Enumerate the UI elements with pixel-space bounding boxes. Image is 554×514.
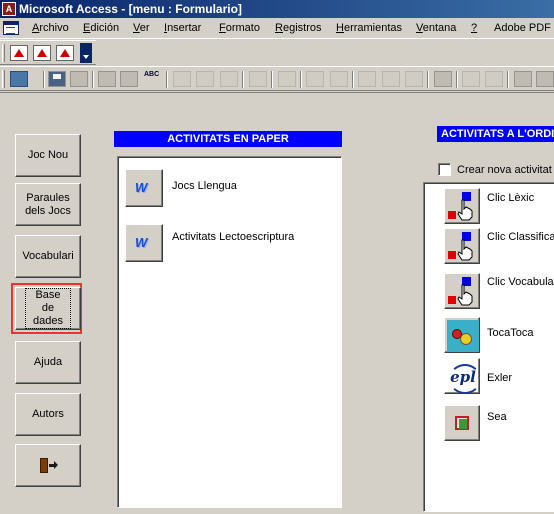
clic-lexic-label[interactable]: Clic Lèxic [487, 192, 534, 204]
crear-nova-activitat-checkbox[interactable] [438, 163, 451, 176]
ajuda-button[interactable]: Ajuda [15, 341, 81, 384]
toolbar-separator [427, 71, 429, 88]
menu-insertar[interactable]: Insertar [164, 22, 201, 34]
save-icon[interactable] [48, 71, 66, 87]
menu-help[interactable]: ? [471, 22, 477, 34]
clic-classifica-label[interactable]: Clic Classifica [487, 231, 554, 243]
copy-icon[interactable] [196, 71, 214, 87]
vocabulari-button[interactable]: Vocabulari [15, 235, 81, 278]
tocatoca-label[interactable]: TocaToca [487, 327, 533, 339]
clic-vocabulari-button[interactable] [444, 273, 480, 309]
paraules-dels-jocs-label: Paraules dels Jocs [25, 191, 71, 217]
joc-nou-button[interactable]: Joc Nou [15, 134, 81, 177]
apply-filter-icon[interactable] [405, 71, 423, 87]
word-icon: W [135, 235, 148, 250]
paraules-dels-jocs-button[interactable]: Paraules dels Jocs [15, 183, 81, 226]
menu-herramientas[interactable]: Herramientas [336, 22, 402, 34]
clic-lexic-button[interactable] [444, 188, 480, 224]
exit-door-icon [40, 457, 58, 474]
clic-icon [447, 191, 477, 221]
word-icon: W [135, 180, 148, 195]
toolbar-separator [43, 71, 45, 88]
menu-bar: Archivo Edición Ver Insertar Formato Reg… [0, 18, 554, 39]
pdf-convert-icon[interactable] [10, 45, 28, 61]
access-app-icon[interactable]: A [2, 2, 16, 16]
form-toolbar: ABC [0, 66, 554, 91]
toolbar-separator [242, 71, 244, 88]
paper-section-header: ACTIVITATS EN PAPER [114, 131, 342, 147]
form-document-icon[interactable] [3, 21, 19, 35]
sea-button[interactable] [444, 405, 480, 441]
exler-icon: epl [447, 362, 481, 394]
delete-record-icon[interactable] [485, 71, 503, 87]
base-de-dades-button[interactable]: Base de dades [15, 287, 81, 330]
clic-icon [447, 231, 477, 261]
menu-registros[interactable]: Registros [275, 22, 321, 34]
paper-activities-panel [117, 156, 342, 508]
menu-formato[interactable]: Formato [219, 22, 260, 34]
tocatoca-icon [447, 320, 479, 352]
toolbar-separator [352, 71, 354, 88]
base-de-dades-label: Base de dades [25, 288, 71, 329]
autors-button[interactable]: Autors [15, 393, 81, 436]
pdf-email-icon[interactable] [33, 45, 51, 61]
crear-nova-activitat-label[interactable]: Crear nova activitat [457, 164, 552, 176]
paste-icon[interactable] [220, 71, 238, 87]
sea-icon [453, 414, 473, 434]
toolbar-overflow-chevron[interactable] [80, 43, 92, 63]
clic-icon [447, 276, 477, 306]
database-window-icon[interactable] [536, 71, 554, 87]
menu-archivo[interactable]: Archivo [32, 22, 69, 34]
joc-nou-label: Joc Nou [27, 149, 69, 161]
sea-label[interactable]: Sea [487, 411, 507, 423]
window-title: Microsoft Access - [menu : Formulario] [19, 2, 242, 16]
hyperlink-icon[interactable] [278, 71, 296, 87]
jocs-llengua-label[interactable]: Jocs Llengua [172, 180, 237, 192]
toolbar-grip[interactable] [2, 70, 5, 88]
toolbar-separator [271, 71, 273, 88]
toolbar-separator [507, 71, 509, 88]
toolbar-separator [92, 71, 94, 88]
clic-classifica-button[interactable] [444, 228, 480, 264]
new-record-icon[interactable] [462, 71, 480, 87]
toolbar-separator [166, 71, 168, 88]
cut-icon[interactable] [173, 71, 191, 87]
undo-icon[interactable] [249, 71, 267, 87]
toolbar-separator [456, 71, 458, 88]
activitats-lectoescriptura-label[interactable]: Activitats Lectoescriptura [172, 231, 294, 243]
exler-button[interactable]: epl [444, 358, 481, 394]
ordinador-section-header: ACTIVITATS A L'ORDINADOR [437, 126, 554, 142]
filter-form-icon[interactable] [382, 71, 400, 87]
title-bar[interactable]: A Microsoft Access - [menu : Formulario] [0, 0, 554, 18]
properties-icon[interactable] [514, 71, 532, 87]
design-view-icon[interactable] [10, 71, 28, 87]
menu-edicion[interactable]: Edición [83, 22, 119, 34]
toolbar-grip[interactable] [2, 44, 5, 62]
print-preview-icon[interactable] [120, 71, 138, 87]
tocatoca-button[interactable] [444, 317, 480, 353]
sort-desc-icon[interactable] [330, 71, 348, 87]
pdf-review-icon[interactable] [56, 45, 74, 61]
clic-vocabulari-label[interactable]: Clic Vocabulari [487, 276, 554, 288]
sort-asc-icon[interactable] [306, 71, 324, 87]
toolbar-separator [300, 71, 302, 88]
find-icon[interactable] [434, 71, 452, 87]
menu-adobe-pdf[interactable]: Adobe PDF [494, 22, 551, 34]
spelling-icon[interactable]: ABC [144, 71, 162, 87]
ajuda-label: Ajuda [33, 356, 63, 368]
exit-button[interactable] [15, 444, 81, 487]
search-file-icon[interactable] [70, 71, 88, 87]
autors-label: Autors [32, 408, 64, 420]
activitats-lectoescriptura-button[interactable]: W [125, 224, 163, 262]
jocs-llengua-button[interactable]: W [125, 169, 163, 207]
pdf-toolbar [0, 40, 96, 65]
exler-label[interactable]: Exler [487, 372, 512, 384]
filter-selection-icon[interactable] [358, 71, 376, 87]
vocabulari-label: Vocabulari [22, 250, 74, 262]
print-icon[interactable] [98, 71, 116, 87]
menu-ver[interactable]: Ver [133, 22, 150, 34]
menu-ventana[interactable]: Ventana [416, 22, 456, 34]
